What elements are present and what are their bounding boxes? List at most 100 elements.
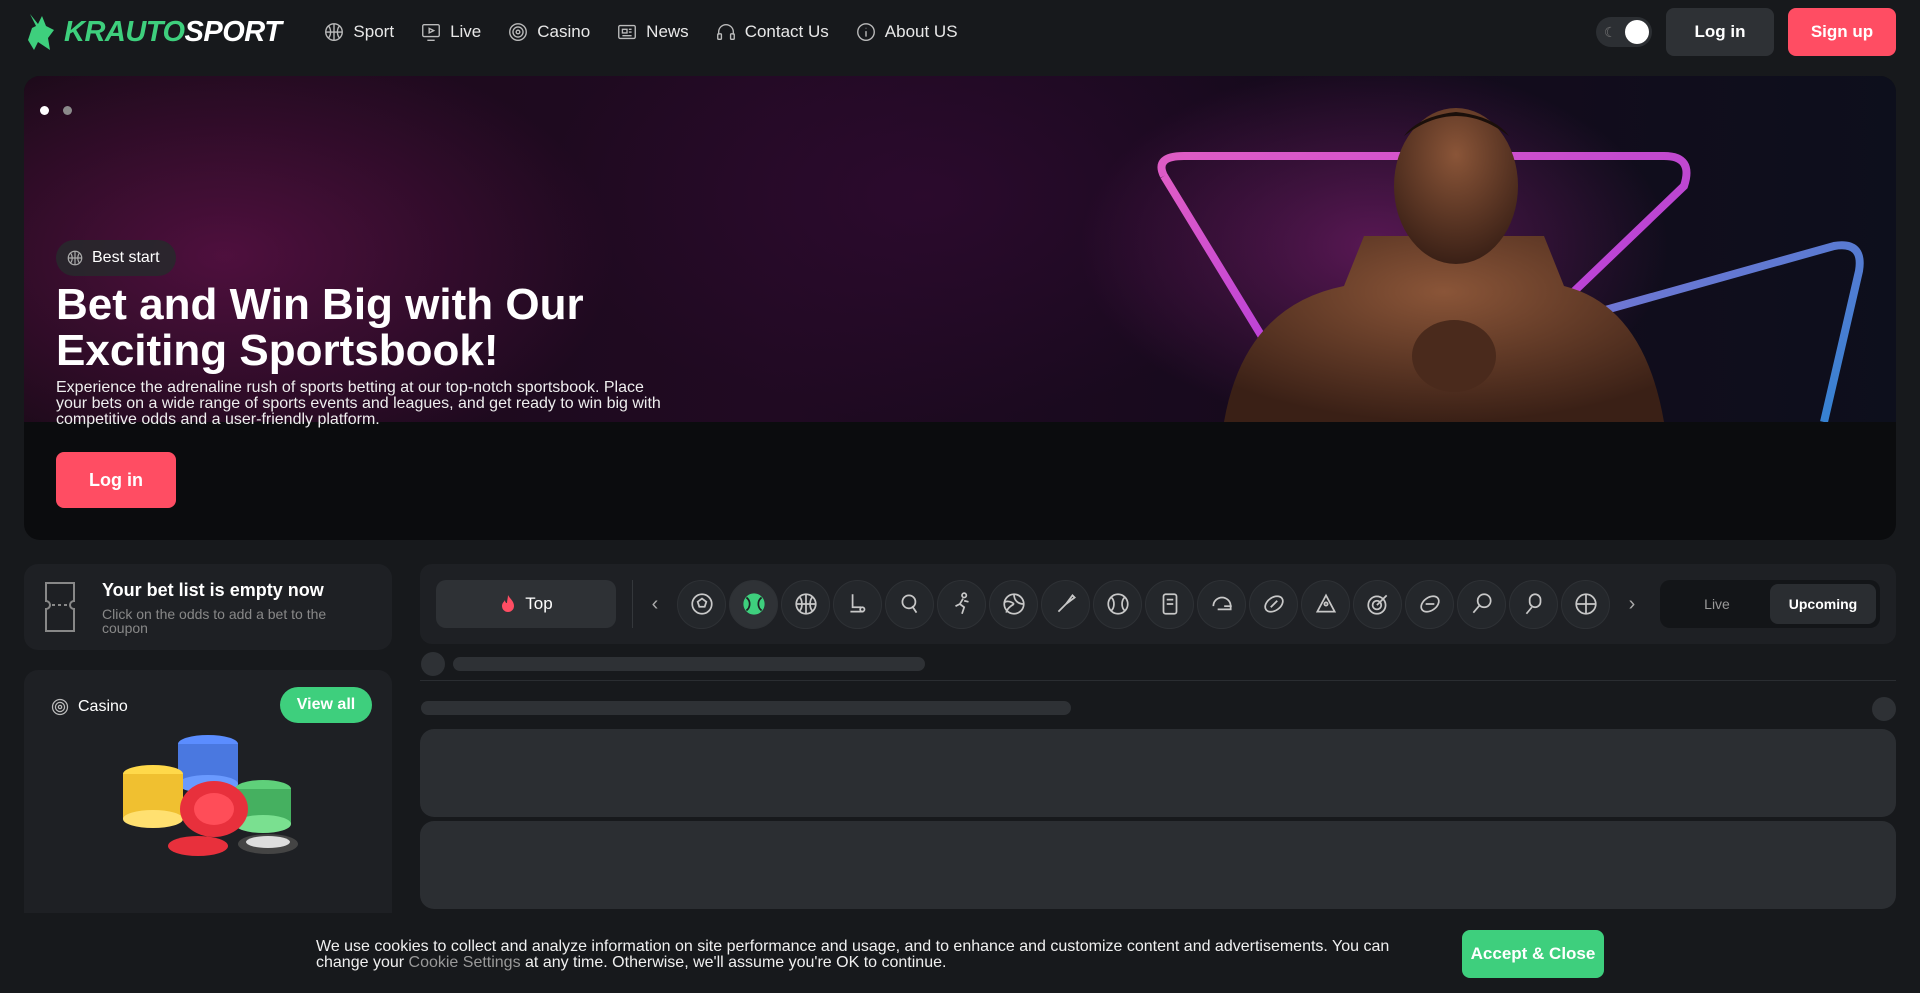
mode-upcoming[interactable]: Upcoming (1770, 584, 1876, 624)
skeleton-circle (1872, 697, 1896, 721)
sport-filter-ice-hockey[interactable] (833, 579, 882, 629)
darts-icon (1366, 594, 1387, 615)
bet-list-panel: Your bet list is empty now Click on the … (24, 564, 392, 650)
aussie-rules-icon (1419, 595, 1440, 613)
tennis-icon (742, 593, 765, 615)
top-sports-button[interactable]: Top (436, 580, 616, 628)
divider (420, 680, 1896, 681)
nav-label-contact: Contact Us (744, 22, 829, 41)
table-tennis-icon (901, 594, 917, 614)
carousel-dots (40, 106, 72, 115)
sport-filter-tennis[interactable] (729, 579, 778, 629)
basketball-icon (67, 250, 83, 266)
hero-badge: Best start (56, 240, 176, 276)
casino-view-all-button[interactable]: View all (280, 687, 372, 723)
sport-filter-soccer[interactable] (677, 579, 726, 629)
basketball-icon (325, 23, 344, 41)
american-football-helmet-icon (1211, 596, 1232, 611)
ice-hockey-icon (849, 594, 865, 613)
nav-label-casino: Casino (537, 22, 591, 41)
info-icon (856, 23, 875, 41)
casino-chips-illustration (123, 735, 298, 856)
headphones-icon (716, 24, 735, 41)
casino-chip-icon (509, 23, 528, 41)
sport-filter-handball[interactable] (1561, 579, 1610, 629)
baseball-icon (1106, 593, 1129, 615)
padel-icon (1525, 593, 1541, 615)
skeleton-card (420, 729, 1896, 817)
carousel-dot-2[interactable] (63, 106, 72, 115)
tv-icon (422, 23, 440, 41)
soccer-icon (690, 593, 713, 615)
cookie-text-after: at any time. Otherwise, we'll assume you… (520, 954, 947, 971)
toggle-knob (1625, 20, 1649, 44)
chevron-left-icon[interactable]: ‹ (645, 593, 665, 616)
logo-text: KRAUTOSPORT (64, 15, 282, 49)
snooker-icon (1315, 593, 1336, 613)
sport-filter-rugby[interactable] (1249, 579, 1298, 629)
nav-item-live[interactable]: Live (420, 21, 481, 43)
sport-filter-padel[interactable] (1509, 579, 1558, 629)
nav-item-casino[interactable]: Casino (507, 21, 590, 43)
esports-icon (1162, 593, 1177, 615)
theme-toggle[interactable]: ☾ (1596, 17, 1652, 47)
sport-filter-athletics[interactable] (937, 579, 986, 629)
main-nav: Sport Live Casino News Contact Us About … (323, 21, 958, 43)
sport-filter-darts[interactable] (1353, 579, 1402, 629)
sport-filter-esports[interactable] (1145, 579, 1194, 629)
rabbit-logo-icon (28, 14, 54, 50)
chevron-right-icon[interactable]: › (1622, 593, 1642, 616)
logo-text-right: SPORT (184, 15, 282, 48)
logo[interactable]: KRAUTOSPORT (24, 12, 282, 52)
sport-filter-baseball[interactable] (1093, 579, 1142, 629)
badminton-icon (1057, 594, 1076, 613)
top-sports-label: Top (525, 594, 553, 613)
mode-live[interactable]: Live (1664, 584, 1770, 624)
sport-icons-list (677, 579, 1610, 629)
nav-item-sport[interactable]: Sport (323, 21, 394, 43)
sport-filter-badminton[interactable] (1041, 579, 1090, 629)
basketball-icon (794, 593, 817, 615)
nav-item-contact[interactable]: Contact Us (715, 21, 829, 43)
nav-label-news: News (646, 22, 689, 41)
nav-label-live: Live (450, 22, 482, 41)
sport-filter-table-tennis[interactable] (885, 579, 934, 629)
hero-title: Bet and Win Big with Our Exciting Sports… (56, 280, 584, 375)
ticket-icon (45, 582, 75, 632)
skeleton-bar (453, 657, 925, 671)
carousel-dot-1[interactable] (40, 106, 49, 115)
moon-icon: ☾ (1604, 24, 1617, 40)
sports-filter-bar: Top ‹ › Live Upcoming (420, 564, 1896, 644)
header-signup-button[interactable]: Sign up (1788, 8, 1896, 56)
sport-filter-american-football-helmet[interactable] (1197, 579, 1246, 629)
live-upcoming-toggle: Live Upcoming (1660, 580, 1880, 628)
nav-label-about: About US (884, 22, 958, 41)
sport-filter-squash[interactable] (1457, 579, 1506, 629)
bet-list-subtitle: Click on the odds to add a bet to the co… (102, 605, 327, 636)
rugby-icon (1263, 595, 1284, 613)
nav-item-about[interactable]: About US (855, 21, 958, 43)
nav-label-sport: Sport (353, 22, 395, 41)
bet-list-title: Your bet list is empty now (102, 579, 324, 600)
athletics-icon (954, 592, 969, 615)
fire-icon (502, 595, 515, 612)
top-header: KRAUTOSPORT Sport Live Casino News Conta… (0, 0, 1920, 64)
squash-icon (1472, 593, 1492, 614)
sport-filter-volleyball[interactable] (989, 579, 1038, 629)
sport-filter-aussie-rules[interactable] (1405, 579, 1454, 629)
hero-banner: Best start Bet and Win Big with Our Exci… (24, 76, 1896, 540)
cookie-text: We use cookies to collect and analyze in… (316, 939, 1446, 971)
volleyball-icon (1002, 593, 1025, 615)
handball-icon (1574, 593, 1597, 615)
cookie-settings-link[interactable]: Cookie Settings (409, 954, 521, 971)
header-login-button[interactable]: Log in (1666, 8, 1774, 56)
nav-item-news[interactable]: News (616, 21, 689, 43)
accept-cookies-button[interactable]: Accept & Close (1462, 930, 1604, 978)
casino-chip-icon (51, 698, 69, 716)
sport-filter-snooker[interactable] (1301, 579, 1350, 629)
skeleton-circle (421, 652, 445, 676)
hero-login-button[interactable]: Log in (56, 452, 176, 508)
sport-filter-basketball[interactable] (781, 579, 830, 629)
casino-card-header: Casino (50, 697, 128, 717)
hero-description: Experience the adrenaline rush of sports… (56, 379, 661, 428)
